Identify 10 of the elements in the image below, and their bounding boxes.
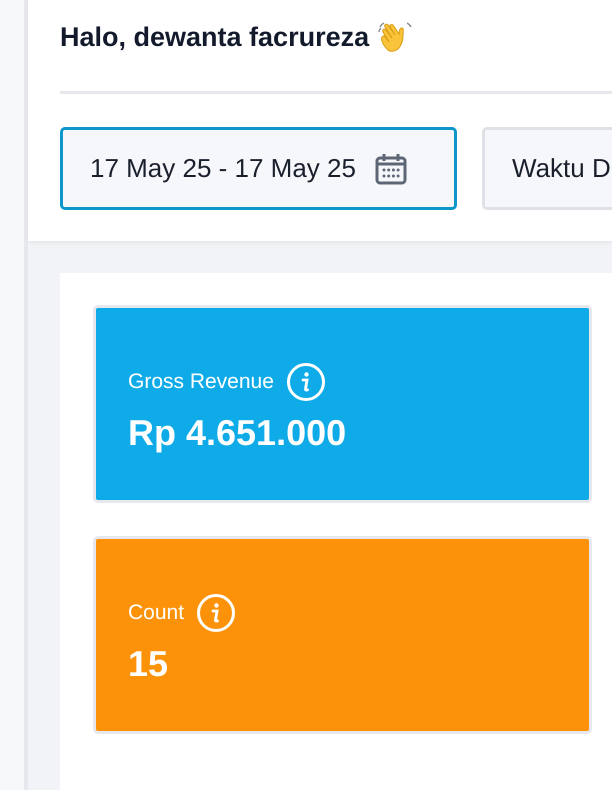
info-icon[interactable] <box>196 593 236 633</box>
select-field[interactable]: Waktu D <box>482 127 612 210</box>
stat-label: Gross Revenue <box>128 370 274 394</box>
date-range-field[interactable]: 17 May 25 - 17 May 25 <box>60 127 457 210</box>
stat-value: Rp 4.651.000 <box>128 412 348 454</box>
calendar-icon[interactable] <box>374 152 408 186</box>
stat-label: Count <box>128 601 184 625</box>
stat-value: 15 <box>128 643 170 685</box>
greeting-title: Halo, dewanta facrureza <box>60 22 370 52</box>
info-icon[interactable] <box>286 362 326 402</box>
